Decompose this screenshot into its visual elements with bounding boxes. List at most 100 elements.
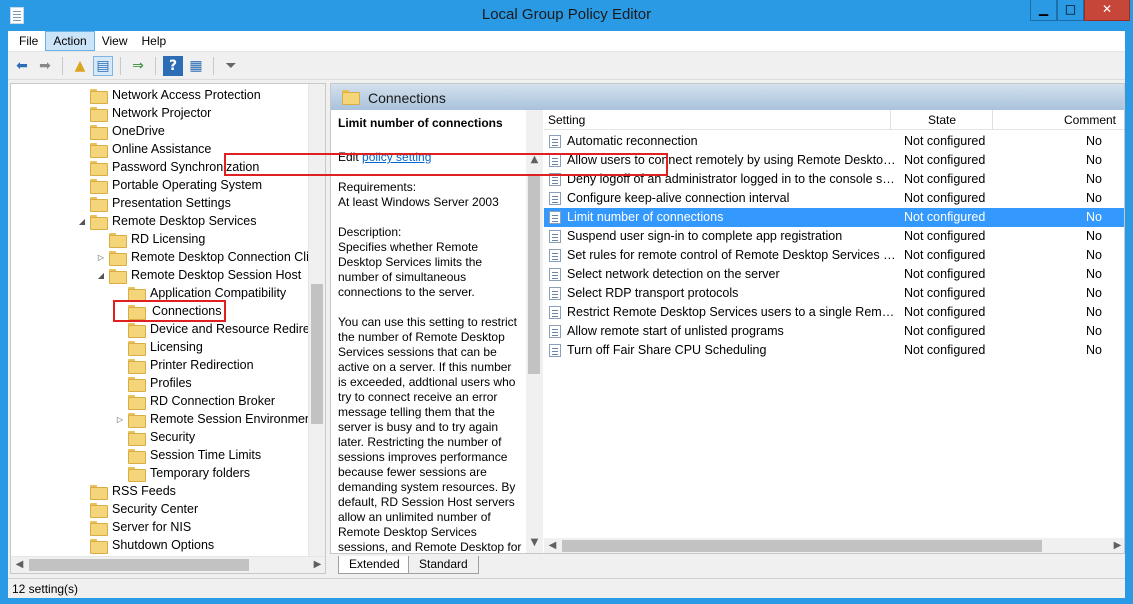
- tree-item-label: Network Projector: [112, 106, 212, 120]
- setting-state: Not configured: [904, 191, 986, 205]
- description-scrollbar[interactable]: ▲ ▼: [526, 110, 543, 553]
- tree-item[interactable]: Printer Redirection: [115, 356, 254, 374]
- tree-item[interactable]: OneDrive: [77, 122, 165, 140]
- column-setting[interactable]: Setting: [548, 113, 585, 127]
- list-hscroll-thumb[interactable]: [562, 540, 1042, 552]
- column-divider[interactable]: [992, 110, 993, 130]
- status-bar: 12 setting(s): [8, 578, 1125, 598]
- setting-row[interactable]: Limit number of connections Not configure…: [544, 208, 1124, 227]
- tree-item[interactable]: Password Synchronization: [77, 158, 259, 176]
- tree-item[interactable]: Session Time Limits: [115, 446, 261, 464]
- tree-item[interactable]: Temporary folders: [115, 464, 250, 482]
- tree-item[interactable]: Application Compatibility: [115, 284, 286, 302]
- scroll-right-icon[interactable]: ▶: [1109, 540, 1124, 551]
- menu-action[interactable]: Action: [45, 31, 95, 51]
- setting-row[interactable]: Allow remote start of unlisted programs N…: [544, 322, 1124, 341]
- tree-item[interactable]: Server for NIS: [77, 518, 191, 536]
- policy-setting-icon: [549, 249, 561, 262]
- collapse-icon[interactable]: ◢: [96, 271, 106, 280]
- tab-standard[interactable]: Standard: [408, 556, 479, 574]
- setting-row[interactable]: Automatic reconnection Not configured No: [544, 132, 1124, 151]
- tree-item[interactable]: RD Connection Broker: [115, 392, 275, 410]
- setting-row[interactable]: Suspend user sign-in to complete app reg…: [544, 227, 1124, 246]
- setting-row[interactable]: Select RDP transport protocols Not config…: [544, 284, 1124, 303]
- help-icon[interactable]: ?: [163, 56, 183, 76]
- tree-pane[interactable]: Network Access Protection Network Project…: [10, 83, 326, 574]
- setting-row[interactable]: Deny logoff of an administrator logged i…: [544, 170, 1124, 189]
- setting-row[interactable]: Allow users to connect remotely by using…: [544, 151, 1124, 170]
- tree-item[interactable]: Network Projector: [77, 104, 211, 122]
- expand-icon[interactable]: ▷: [115, 415, 125, 424]
- setting-state: Not configured: [904, 134, 986, 148]
- policy-tree[interactable]: Network Access Protection Network Project…: [11, 84, 309, 557]
- tree-item-label: Remote Desktop Services: [112, 214, 257, 228]
- tree-item[interactable]: RD Licensing: [96, 230, 205, 248]
- tree-hscroll-thumb[interactable]: [29, 559, 249, 571]
- tree-item[interactable]: ▷ Remote Session Environment: [115, 410, 309, 428]
- description-scroll-thumb[interactable]: [528, 174, 540, 374]
- scroll-up-icon[interactable]: ▲: [526, 154, 543, 165]
- properties-icon[interactable]: ▦: [186, 56, 206, 76]
- filter-icon[interactable]: ⏷: [221, 56, 241, 76]
- tree-item[interactable]: Shutdown Options: [77, 536, 214, 554]
- menu-view[interactable]: View: [95, 31, 135, 51]
- tree-item[interactable]: ◢ Remote Desktop Services: [77, 212, 257, 230]
- tree-item[interactable]: Presentation Settings: [77, 194, 231, 212]
- settings-list[interactable]: Setting State Comment Automatic reconnec…: [544, 110, 1124, 553]
- show-hide-tree-icon[interactable]: ▤: [93, 56, 113, 76]
- tree-item[interactable]: ▷ Remote Desktop Connection Client: [96, 248, 309, 266]
- tree-item[interactable]: Connections: [113, 300, 226, 322]
- tree-item[interactable]: Network Access Protection: [77, 86, 261, 104]
- tree-item[interactable]: Profiles: [115, 374, 192, 392]
- forward-arrow-icon[interactable]: ➡: [35, 56, 55, 76]
- setting-row[interactable]: Set rules for remote control of Remote D…: [544, 246, 1124, 265]
- tree-item[interactable]: Security Center: [77, 500, 198, 518]
- tree-item-label: Connections: [152, 304, 222, 318]
- scroll-left-icon[interactable]: ◀: [11, 559, 28, 570]
- column-comment[interactable]: Comment: [1064, 113, 1116, 127]
- close-button[interactable]: ✕: [1084, 0, 1130, 21]
- export-list-icon[interactable]: ⇒: [128, 56, 148, 76]
- column-divider[interactable]: [890, 110, 891, 130]
- tab-extended[interactable]: Extended: [338, 556, 411, 574]
- expand-icon[interactable]: ▷: [96, 253, 106, 262]
- setting-state: Not configured: [904, 248, 986, 262]
- tree-scroll-thumb[interactable]: [311, 284, 323, 424]
- up-folder-icon[interactable]: ▲: [70, 56, 90, 76]
- policy-setting-icon: [549, 306, 561, 319]
- menu-help[interactable]: Help: [135, 31, 174, 51]
- setting-name: Set rules for remote control of Remote D…: [567, 248, 897, 262]
- tree-item-label: Remote Session Environment: [150, 412, 309, 426]
- menu-file[interactable]: File: [12, 31, 45, 51]
- scroll-right-icon[interactable]: ▶: [309, 559, 325, 570]
- setting-row[interactable]: Configure keep-alive connection interval…: [544, 189, 1124, 208]
- tree-item[interactable]: RSS Feeds: [77, 482, 176, 500]
- toolbar: ⬅ ➡ ▲ ▤ ⇒ ? ▦ ⏷: [8, 53, 1125, 80]
- setting-row[interactable]: Restrict Remote Desktop Services users t…: [544, 303, 1124, 322]
- minimize-button[interactable]: ▁: [1030, 0, 1057, 21]
- setting-name: Limit number of connections: [567, 210, 724, 224]
- edit-prefix: Edit: [338, 150, 363, 164]
- tree-item[interactable]: Portable Operating System: [77, 176, 262, 194]
- tree-item[interactable]: Security: [115, 428, 195, 446]
- collapse-icon[interactable]: ◢: [77, 217, 87, 226]
- tree-item[interactable]: ◢ Remote Desktop Session Host: [96, 266, 301, 284]
- maximize-button[interactable]: □: [1057, 0, 1084, 21]
- list-header: Setting State Comment: [544, 110, 1124, 130]
- tree-item[interactable]: Licensing: [115, 338, 203, 356]
- tree-item[interactable]: Online Assistance: [77, 140, 211, 158]
- list-horizontal-scrollbar[interactable]: ◀ ▶: [544, 538, 1124, 553]
- scroll-left-icon[interactable]: ◀: [544, 540, 561, 551]
- tree-item[interactable]: Device and Resource Redirection: [115, 320, 309, 338]
- tree-item-label: Application Compatibility: [150, 286, 287, 300]
- back-arrow-icon[interactable]: ⬅: [12, 56, 32, 76]
- setting-state: Not configured: [904, 229, 986, 243]
- title-bar[interactable]: Local Group Policy Editor ▁ □ ✕: [0, 0, 1133, 31]
- tree-horizontal-scrollbar[interactable]: ◀ ▶: [11, 556, 325, 573]
- scroll-down-icon[interactable]: ▼: [526, 537, 543, 548]
- tree-vertical-scrollbar[interactable]: [308, 84, 325, 557]
- setting-row[interactable]: Select network detection on the server No…: [544, 265, 1124, 284]
- edit-policy-link[interactable]: policy setting: [362, 150, 431, 164]
- column-state[interactable]: State: [928, 113, 956, 127]
- setting-row[interactable]: Turn off Fair Share CPU Scheduling Not co…: [544, 341, 1124, 360]
